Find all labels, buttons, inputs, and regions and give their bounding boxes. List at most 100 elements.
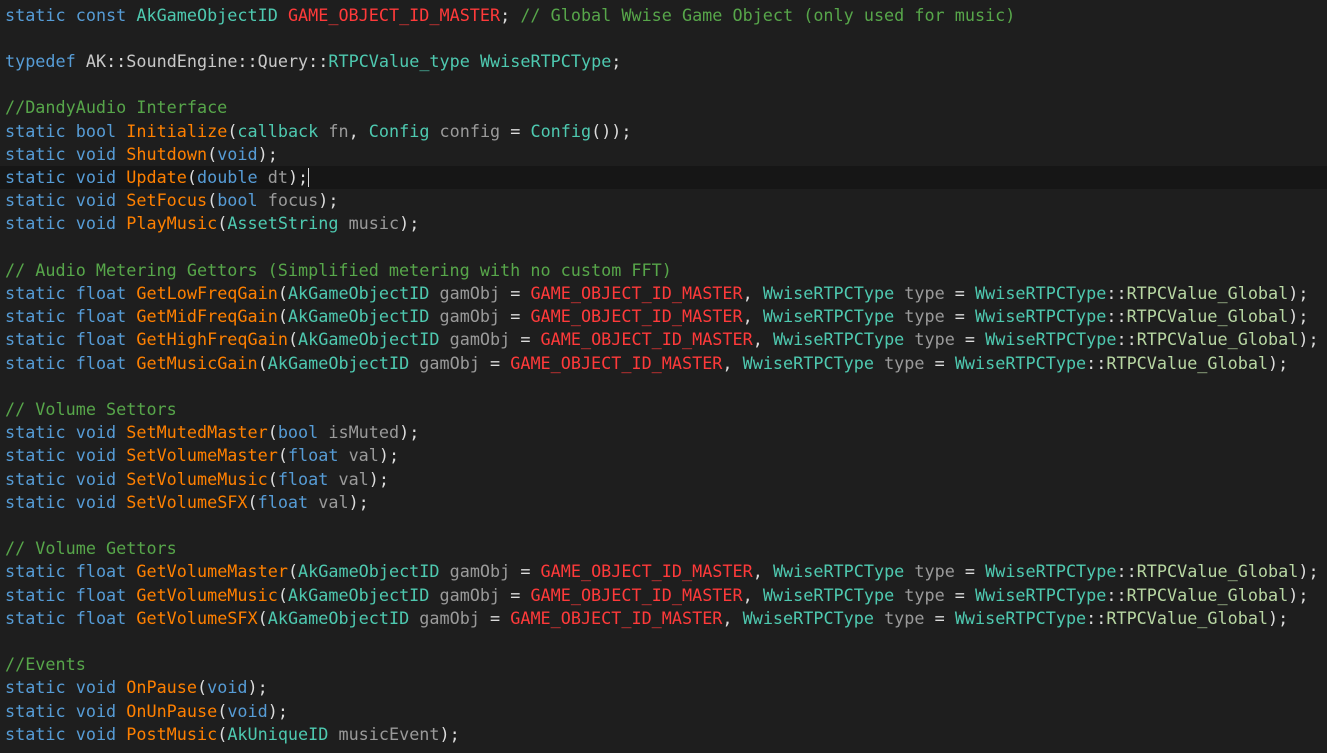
code-line[interactable]: static void PostMusic(AkUniqueID musicEv… [5, 723, 460, 746]
type-token: AkUniqueID [227, 723, 329, 744]
parameter-token: music [348, 213, 400, 234]
code-line[interactable]: // Audio Metering Gettors (Simplified me… [5, 259, 672, 282]
punctuation-token [116, 469, 126, 489]
punctuation-token: ); [257, 143, 278, 164]
code-line[interactable]: static float GetMusicGain(AkGameObjectID… [5, 352, 1288, 375]
punctuation-token: ( [227, 120, 238, 141]
keyword-token: float [75, 607, 127, 628]
punctuation-token: = [500, 120, 531, 141]
comment-token: // Audio Metering Gettors (Simplified me… [5, 259, 672, 280]
code-editor[interactable]: static const AkGameObjectID GAME_OBJECT_… [0, 0, 1327, 753]
type-token: AkGameObjectID [267, 352, 410, 373]
punctuation-token: ); [267, 700, 288, 721]
comment-token: // Volume Settors [5, 398, 177, 419]
code-line[interactable]: static void OnUnPause(void); [5, 700, 288, 723]
punctuation-token: ( [217, 723, 228, 744]
type-token: AkGameObjectID [298, 561, 440, 582]
code-line[interactable]: static float GetVolumeMusic(AkGameObject… [5, 584, 1308, 607]
type-token: WwiseRTPCType [954, 607, 1087, 628]
enum-member-token: RTPCValue_Global [1106, 607, 1269, 628]
punctuation-token [338, 445, 348, 465]
parameter-token: gamObj [449, 561, 511, 582]
punctuation-token [429, 283, 439, 303]
code-line[interactable]: static void SetVolumeMaster(float val); [5, 444, 399, 467]
code-line[interactable]: static bool Initialize(callback fn, Conf… [5, 120, 632, 143]
punctuation-token: :: [308, 50, 329, 71]
code-line-current[interactable]: static void Update(double dt); [0, 165, 1327, 190]
keyword-token: static [5, 120, 66, 141]
punctuation-token [66, 121, 76, 141]
code-line[interactable]: static void SetVolumeMusic(float val); [5, 468, 389, 491]
punctuation-token: ); [378, 445, 400, 466]
punctuation-token [66, 469, 76, 489]
code-line[interactable]: // Volume Gettors [5, 537, 177, 560]
code-line[interactable]: //DandyAudio Interface [5, 96, 227, 119]
parameter-token: type [914, 329, 955, 350]
punctuation-token [66, 283, 76, 303]
punctuation-token: ); [399, 213, 420, 234]
keyword-token: static [5, 584, 66, 605]
comment-token: // Global Wwise Game Object (only used f… [520, 4, 1016, 25]
parameter-token: type [904, 282, 945, 303]
parameter-token: type [914, 561, 955, 582]
punctuation-token [66, 585, 76, 605]
punctuation-token: , [722, 352, 743, 373]
code-line[interactable]: static float GetVolumeSFX(AkGameObjectID… [5, 607, 1288, 630]
code-line[interactable]: static void Shutdown(void); [5, 143, 278, 166]
code-line[interactable]: static void OnPause(void); [5, 676, 268, 699]
punctuation-token: ( [257, 352, 268, 373]
type-token: WwiseRTPCType [772, 329, 905, 350]
punctuation-token: = [479, 607, 511, 628]
function-name-token: Update [126, 166, 187, 187]
keyword-token: bool [217, 190, 258, 211]
keyword-token: float [277, 468, 329, 489]
punctuation-token: ); [1268, 352, 1289, 373]
keyword-token: void [75, 143, 117, 164]
keyword-token: static [5, 491, 66, 512]
function-name-token: PlayMusic [126, 213, 218, 234]
punctuation-token [66, 701, 76, 721]
code-line[interactable]: static void SetFocus(bool focus); [5, 189, 338, 212]
parameter-token: config [439, 120, 501, 141]
text-cursor [308, 168, 310, 188]
punctuation-token: ); [348, 491, 369, 512]
punctuation-token [66, 353, 76, 373]
parameter-token: val [338, 468, 369, 489]
code-line[interactable]: static void PlayMusic(AssetString music)… [5, 212, 419, 235]
type-token: WwiseRTPCType [772, 561, 905, 582]
type-token: AkGameObjectID [287, 306, 430, 327]
code-line[interactable]: static float GetLowFreqGain(AkGameObject… [5, 282, 1308, 305]
parameter-token: fn [328, 120, 349, 141]
punctuation-token: ( [287, 329, 299, 350]
code-line[interactable]: static float GetHighFreqGain(AkGameObjec… [5, 328, 1319, 351]
keyword-token: bool [75, 120, 117, 141]
punctuation-token: ( [277, 584, 288, 605]
punctuation-token: ( [267, 468, 278, 489]
code-line[interactable]: typedef AK::SoundEngine::Query::RTPCValu… [5, 50, 621, 73]
type-token: AkGameObjectID [136, 4, 278, 25]
punctuation-token: ); [399, 422, 420, 443]
code-line[interactable]: static void SetMutedMaster(bool isMuted)… [5, 421, 419, 444]
code-line[interactable]: static void SetVolumeSFX(float val); [5, 491, 369, 514]
code-line[interactable]: static float GetMidFreqGain(AkGameObject… [5, 305, 1308, 328]
function-name-token: PostMusic [126, 723, 218, 744]
keyword-token: static [5, 166, 66, 187]
keyword-token: static [5, 723, 66, 744]
punctuation-token [66, 445, 76, 465]
keyword-token: void [207, 677, 248, 698]
punctuation-token [429, 121, 439, 141]
namespace-token: SoundEngine [126, 50, 238, 71]
comment-token: //Events [5, 654, 86, 675]
keyword-token: static [5, 306, 66, 327]
function-name-token: Initialize [126, 120, 228, 141]
code-line[interactable]: static const AkGameObjectID GAME_OBJECT_… [5, 4, 1015, 27]
keyword-token: static [5, 352, 66, 373]
keyword-token: void [75, 166, 117, 187]
code-line[interactable]: static float GetVolumeMaster(AkGameObjec… [5, 560, 1319, 583]
punctuation-token: ; [611, 50, 622, 71]
punctuation-token [116, 167, 126, 187]
code-line[interactable]: //Events [5, 653, 86, 676]
type-token: WwiseRTPCType [954, 352, 1087, 373]
function-name-token: GetVolumeMaster [136, 561, 288, 582]
code-line[interactable]: // Volume Settors [5, 398, 177, 421]
